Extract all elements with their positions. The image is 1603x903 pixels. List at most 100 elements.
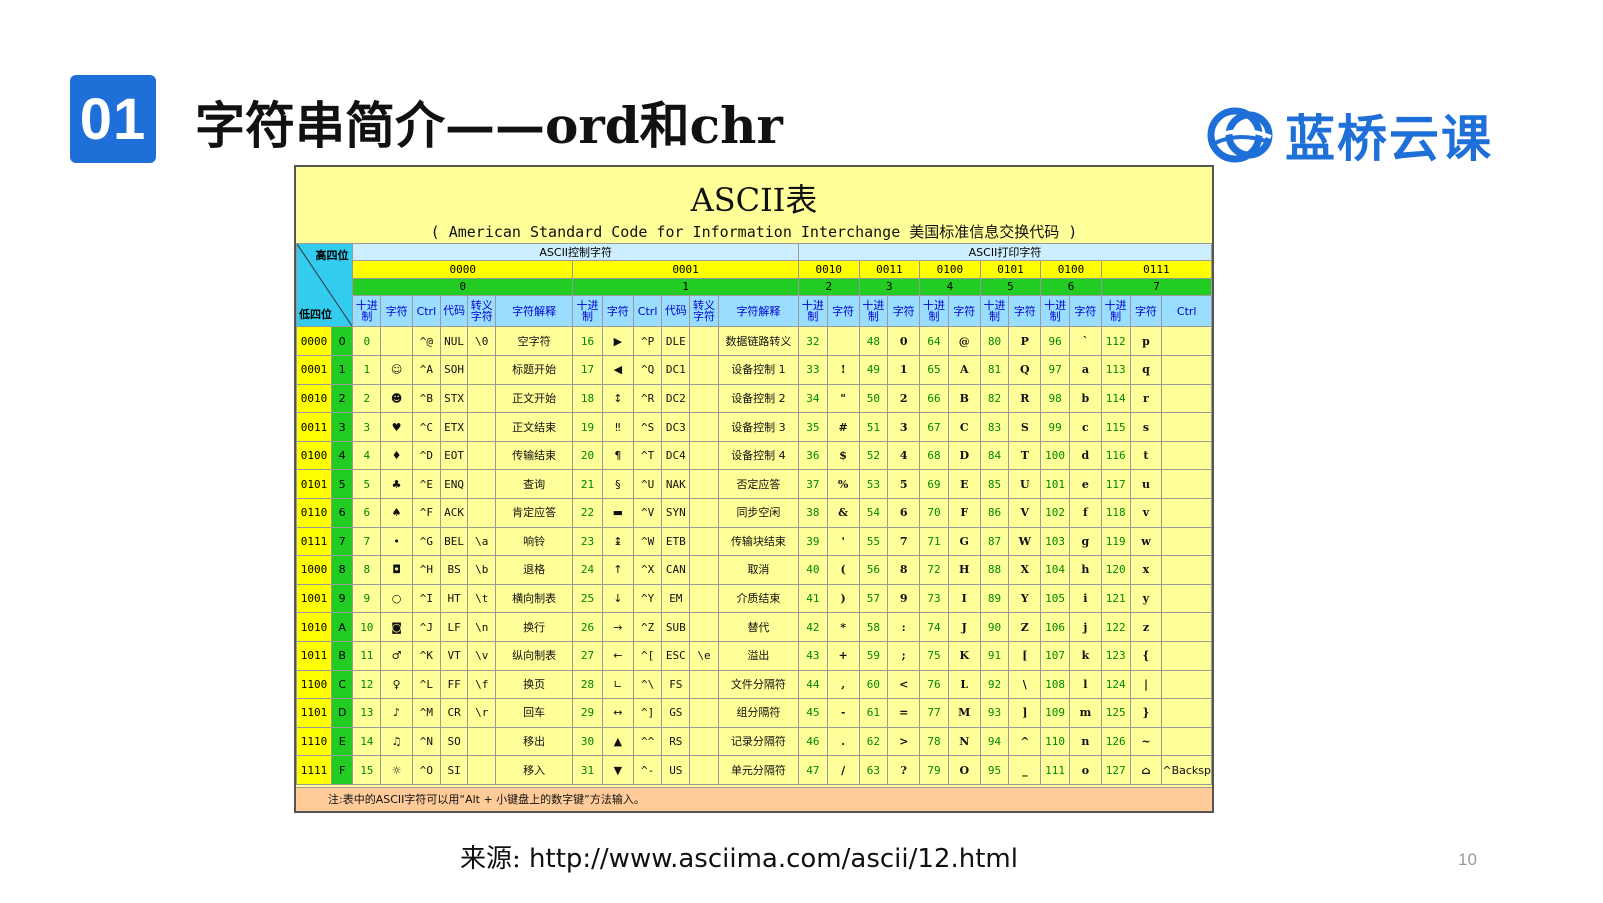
column-header: Ctrl bbox=[412, 294, 441, 328]
table-row: 0000 0 0 ^@ NUL \0 空字符 16 ▶ ^P DLE 数据链路转义 32 48 0 64 @80… bbox=[296, 326, 1212, 357]
table-cell: h bbox=[1068, 555, 1102, 585]
table-cell: • bbox=[380, 526, 413, 557]
table-cell: 响铃 bbox=[495, 526, 574, 557]
table-row: 1110 E 14 ♫ ^N SO 移出 30 ▲ ^^ RS 记录分隔符 46. 62 >78 N 94 ^ 11… bbox=[296, 726, 1212, 757]
table-cell: 正文结束 bbox=[495, 412, 574, 442]
column-header: 字符 bbox=[947, 294, 981, 328]
table-cell: ∟ bbox=[601, 669, 634, 700]
table-cell: 12 bbox=[352, 669, 382, 700]
table-cell: 72 bbox=[919, 555, 949, 585]
table-cell: 70 bbox=[919, 498, 949, 528]
table-cell: 6 bbox=[352, 498, 382, 528]
table-cell bbox=[689, 698, 719, 728]
table-cell: 103 bbox=[1040, 526, 1070, 557]
table-cell: G bbox=[947, 526, 981, 557]
table-cell: 98 bbox=[1040, 383, 1070, 414]
table-cell: 6 bbox=[887, 498, 921, 528]
table-cell: SI bbox=[439, 755, 469, 785]
table-cell: 47 bbox=[797, 755, 828, 785]
table-cell: 4 bbox=[887, 440, 921, 471]
low-hex-label: 8 bbox=[330, 555, 354, 585]
low-bits-label: 1101 bbox=[296, 698, 332, 728]
table-cell bbox=[689, 412, 719, 442]
logo-text: 蓝桥云课 bbox=[1285, 110, 1493, 168]
table-cell bbox=[689, 383, 719, 414]
high-bits-label: 0000 bbox=[352, 260, 574, 279]
table-cell: 10 bbox=[352, 612, 382, 642]
table-cell: 116 bbox=[1100, 440, 1131, 471]
table-cell: 92 bbox=[979, 669, 1010, 700]
table-cell: 102 bbox=[1040, 498, 1070, 528]
table-cell bbox=[689, 469, 719, 499]
table-cell: 同步空闲 bbox=[717, 498, 799, 528]
source-link[interactable]: http://www.asciima.com/ascii/12.html bbox=[529, 844, 1018, 874]
table-cell: - bbox=[826, 698, 860, 728]
table-cell: 36 bbox=[797, 440, 828, 471]
slide-title: 字符串简介——ord和chr bbox=[195, 96, 783, 155]
table-cell: 18 bbox=[572, 383, 603, 414]
table-cell: ◘ bbox=[380, 555, 413, 585]
table-cell: 60 bbox=[858, 669, 889, 700]
table-cell: ↔ bbox=[601, 698, 634, 728]
table-cell: 文件分隔符 bbox=[717, 669, 799, 700]
table-cell: 40 bbox=[797, 555, 828, 585]
table-cell: < bbox=[887, 669, 921, 700]
table-cell: S bbox=[1008, 412, 1042, 442]
table-cell: 125 bbox=[1100, 698, 1131, 728]
column-header: 字符 bbox=[1008, 294, 1042, 328]
table-cell: # bbox=[826, 412, 860, 442]
table-cell: ^D bbox=[412, 440, 441, 471]
column-header: 字符 bbox=[887, 294, 921, 328]
table-cell: 设备控制 2 bbox=[717, 383, 799, 414]
table-cell: ETX bbox=[439, 412, 469, 442]
table-cell bbox=[1161, 383, 1212, 414]
table-cell bbox=[689, 440, 719, 471]
low-bits-label: 1001 bbox=[296, 583, 332, 614]
table-cell: SUB bbox=[661, 612, 691, 642]
table-cell: ^U bbox=[632, 469, 663, 499]
table-cell: 123 bbox=[1100, 640, 1131, 671]
lanqiao-logo-icon bbox=[1207, 107, 1273, 163]
table-cell: ^V bbox=[632, 498, 663, 528]
column-header: 字符解释 bbox=[495, 294, 574, 328]
column-header: 字符 bbox=[826, 294, 860, 328]
header-row-columns: 十进制 字符 Ctrl 代码 转义字符 字符解释 十进制 字符 Ctrl 代码 转义字符 字符解释 十进… bbox=[297, 294, 1212, 328]
table-cell bbox=[1161, 526, 1212, 557]
table-cell: ^J bbox=[412, 612, 441, 642]
table-cell: 9 bbox=[352, 583, 382, 614]
table-cell: \n bbox=[467, 612, 497, 642]
high-hex-label: 0 bbox=[352, 277, 574, 296]
table-cell: \e bbox=[689, 640, 719, 671]
table-cell: % bbox=[826, 469, 860, 499]
table-cell: 1 bbox=[887, 355, 921, 385]
table-cell: BEL bbox=[439, 526, 469, 557]
table-cell: 回车 bbox=[495, 698, 574, 728]
table-cell: $ bbox=[826, 440, 860, 471]
table-cell: ♀ bbox=[380, 669, 413, 700]
low-bits-label: 1010 bbox=[296, 612, 332, 642]
table-cell: 11 bbox=[352, 640, 382, 671]
table-cell: CR bbox=[439, 698, 469, 728]
brand-logo: 蓝桥云课 bbox=[1205, 100, 1515, 170]
table-cell: US bbox=[661, 755, 691, 785]
table-cell: b bbox=[1068, 383, 1102, 414]
table-cell: FS bbox=[661, 669, 691, 700]
table-cell: 89 bbox=[979, 583, 1010, 614]
table-cell: 3 bbox=[887, 412, 921, 442]
table-cell: 14 bbox=[352, 726, 382, 757]
table-cell bbox=[467, 355, 497, 385]
table-cell: @ bbox=[947, 326, 981, 357]
low-hex-label: C bbox=[330, 669, 354, 700]
table-row: 0001 1 1 ☺ ^A SOH 标题开始 17 ◀ ^Q DC1 设备控制 1 33! 49 1 65 A 8… bbox=[296, 355, 1212, 385]
column-header: 十进制 bbox=[797, 294, 828, 328]
table-cell: 84 bbox=[979, 440, 1010, 471]
table-cell: 110 bbox=[1040, 726, 1070, 757]
table-cell: 94 bbox=[979, 726, 1010, 757]
table-cell: : bbox=[887, 612, 921, 642]
table-cell: M bbox=[947, 698, 981, 728]
table-cell bbox=[689, 669, 719, 700]
table-cell: 25 bbox=[572, 583, 603, 614]
table-cell: 99 bbox=[1040, 412, 1070, 442]
table-cell: 换页 bbox=[495, 669, 574, 700]
table-cell: " bbox=[826, 383, 860, 414]
